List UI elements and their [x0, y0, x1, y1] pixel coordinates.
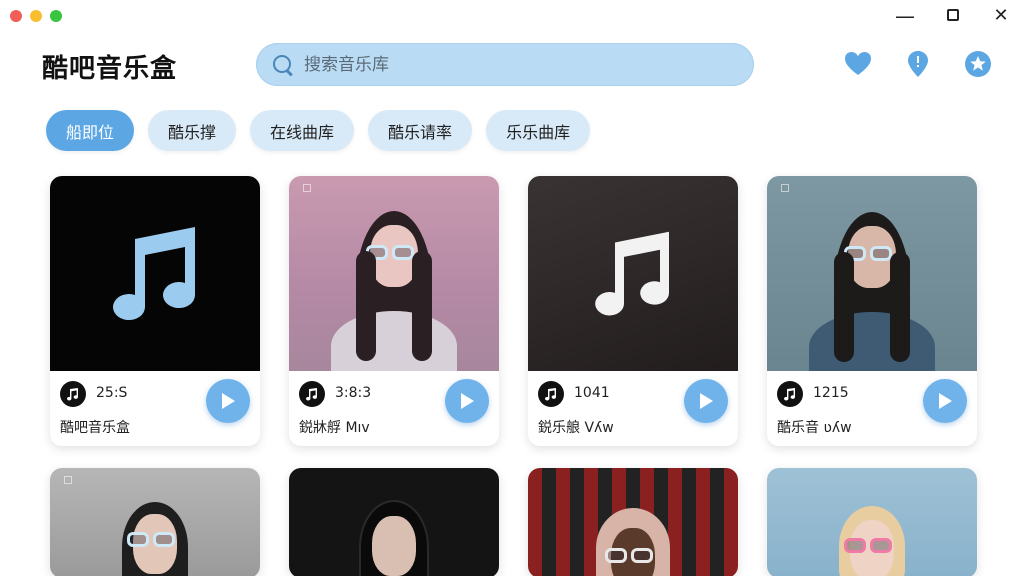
minimize-window-dot[interactable]: [30, 10, 42, 22]
play-icon: [939, 393, 952, 409]
play-button[interactable]: [684, 379, 728, 423]
card-title: 酷乐音 ʋʎw: [777, 420, 852, 436]
card-footer: 3:8:3 鋭牀艀 Mıv: [289, 371, 499, 446]
play-button[interactable]: [923, 379, 967, 423]
play-icon: [700, 393, 713, 409]
search-icon: [272, 54, 294, 76]
music-note-badge-icon: [538, 381, 564, 407]
window-traffic-lights: [10, 10, 62, 22]
cover-portrait: [528, 468, 738, 576]
music-note-badge-icon: [299, 381, 325, 407]
tab-1[interactable]: 酷乐撑: [148, 110, 237, 151]
tab-0[interactable]: 船即位: [46, 110, 135, 151]
watermark-icon: [303, 184, 311, 192]
cover-portrait: [50, 468, 260, 576]
play-icon: [461, 393, 474, 409]
search-bar[interactable]: [256, 43, 754, 86]
portrait-figure: [558, 508, 708, 576]
card-footer: 25:S 酷吧音乐盒: [50, 371, 260, 446]
card-title: 鋭乐艆 Vʎw: [538, 420, 614, 436]
portrait-figure: [319, 211, 469, 371]
music-card[interactable]: 1041 鋭乐艆 Vʎw: [528, 176, 738, 446]
tab-4[interactable]: 乐乐曲库: [486, 110, 591, 151]
music-card[interactable]: 25:S 酷吧音乐盒: [50, 176, 260, 446]
cover-portrait: [767, 468, 977, 576]
music-note-icon: [595, 231, 670, 315]
watermark-icon: [64, 476, 72, 484]
music-card[interactable]: [767, 468, 977, 576]
cover-music-note: [50, 176, 260, 371]
header-actions: [844, 50, 992, 78]
music-card[interactable]: 1215 酷乐音 ʋʎw: [767, 176, 977, 446]
maximize-icon[interactable]: [942, 6, 964, 26]
music-note-icon: [113, 226, 196, 320]
track-count: 3:8:3: [335, 385, 372, 401]
close-icon[interactable]: ✕: [990, 6, 1012, 26]
tab-2[interactable]: 在线曲库: [250, 110, 355, 151]
card-title: 鋭牀艀 Mıv: [299, 420, 370, 436]
music-card[interactable]: 3:8:3 鋭牀艀 Mıv: [289, 176, 499, 446]
track-count: 1215: [813, 385, 849, 401]
music-grid: 25:S 酷吧音乐盒 3:8:3 鋭牀艀 Mıv 1041 鋭乐艆 Vʎw 12…: [50, 176, 977, 576]
play-button[interactable]: [445, 379, 489, 423]
play-icon: [222, 393, 235, 409]
card-title: 酷吧音乐盒: [60, 420, 130, 436]
portrait-figure: [797, 212, 947, 371]
tab-3[interactable]: 酷乐请率: [368, 110, 473, 151]
zoom-window-dot[interactable]: [50, 10, 62, 22]
track-count: 25:S: [96, 385, 128, 401]
category-tabs: 船即位 酷乐撑 在线曲库 酷乐请率 乐乐曲库: [46, 110, 591, 151]
cover-portrait: [289, 176, 499, 371]
portrait-figure: [80, 502, 230, 576]
music-card[interactable]: [528, 468, 738, 576]
cover-music-note-dark: [528, 176, 738, 371]
location-icon[interactable]: [904, 50, 932, 78]
play-button[interactable]: [206, 379, 250, 423]
music-note-badge-icon: [777, 381, 803, 407]
app-title: 酷吧音乐盒: [42, 54, 178, 84]
search-input[interactable]: [304, 54, 724, 75]
music-card[interactable]: [50, 468, 260, 576]
close-window-dot[interactable]: [10, 10, 22, 22]
portrait-figure: [797, 506, 947, 576]
window-controls: — ✕: [894, 6, 1012, 27]
music-card[interactable]: [289, 468, 499, 576]
track-count: 1041: [574, 385, 610, 401]
watermark-icon: [781, 184, 789, 192]
music-note-badge-icon: [60, 381, 86, 407]
cover-portrait: [289, 468, 499, 576]
portrait-figure: [319, 502, 469, 576]
minimize-icon[interactable]: —: [894, 6, 916, 26]
heart-icon[interactable]: [844, 50, 872, 78]
star-badge-icon[interactable]: [964, 50, 992, 78]
card-footer: 1215 酷乐音 ʋʎw: [767, 371, 977, 446]
card-footer: 1041 鋭乐艆 Vʎw: [528, 371, 738, 446]
cover-portrait: [767, 176, 977, 371]
